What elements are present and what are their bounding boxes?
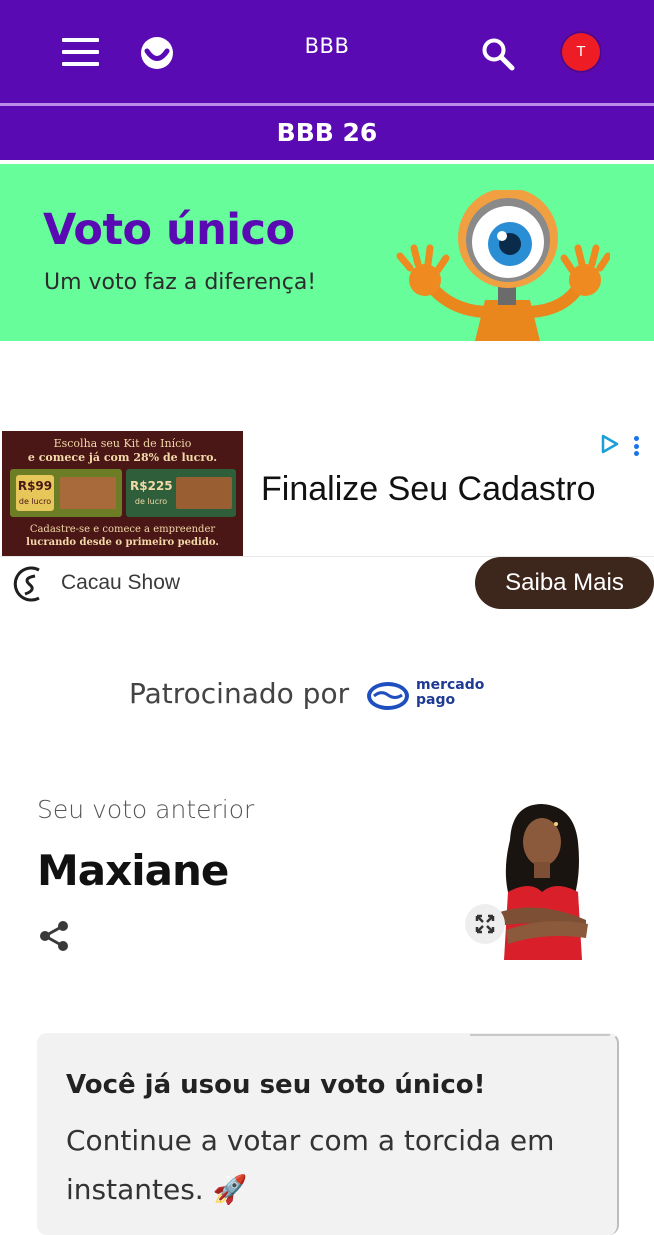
previous-vote-name: Maxiane [37,846,229,895]
mercado-pago-logo[interactable]: mercado pago [366,678,486,714]
kit1-products [60,477,116,509]
brand-title[interactable]: BBB [277,34,377,58]
kit2-card: R$225 de lucro [126,469,236,517]
share-icon[interactable] [38,920,70,952]
kit1-value: R$99 [17,479,53,493]
ad-advertiser-name[interactable]: Cacau Show [61,571,180,595]
info-card-body: Continue a votar com a torcida em instan… [66,1124,555,1206]
ad-image-footer2: lucrando desde o primeiro pedido. [26,537,219,548]
ad-image-footer1: Cadastre-se e comece a empreender [29,524,216,535]
ad-image-line2: e comece já com 28% de lucro. [27,451,218,464]
ad-image-line1: Escolha seu Kit de Início [53,437,192,450]
search-icon[interactable] [480,36,516,72]
info-card-accent [470,1034,610,1036]
cacau-show-logo-icon[interactable] [9,562,49,606]
eye-mascot-illustration [390,188,612,341]
banner-subtitle: Um voto faz a diferença! [44,270,317,295]
kit2-products [176,477,232,509]
kit1-label: de lucro [18,497,52,506]
sponsored-label: Patrocinado por [129,677,350,710]
kit2-label: de lucro [134,497,168,506]
mercado-pago-line2: pago [416,692,456,708]
adchoices-icon[interactable] [600,434,620,454]
previous-vote-label: Seu voto anterior [37,795,255,824]
section-title[interactable]: BBB 26 [0,118,654,147]
mercado-pago-line1: mercado [416,677,485,693]
info-card-title: Você já usou seu voto único! [66,1070,486,1100]
kit2-value: R$225 [130,479,173,493]
user-avatar[interactable]: T [560,31,602,73]
smile-logo-icon[interactable] [140,36,174,70]
menu-icon[interactable] [62,38,99,66]
ad-options-icon[interactable] [634,436,640,456]
ad-image[interactable]: Escolha seu Kit de Início e comece já co… [2,431,243,556]
ad-cta-button[interactable]: Saiba Mais [475,557,654,609]
kit1-card: R$99 de lucro [10,469,122,517]
banner-title: Voto único [43,205,295,255]
expand-icon[interactable] [465,904,505,944]
ad-headline[interactable]: Finalize Seu Cadastro [261,470,596,509]
